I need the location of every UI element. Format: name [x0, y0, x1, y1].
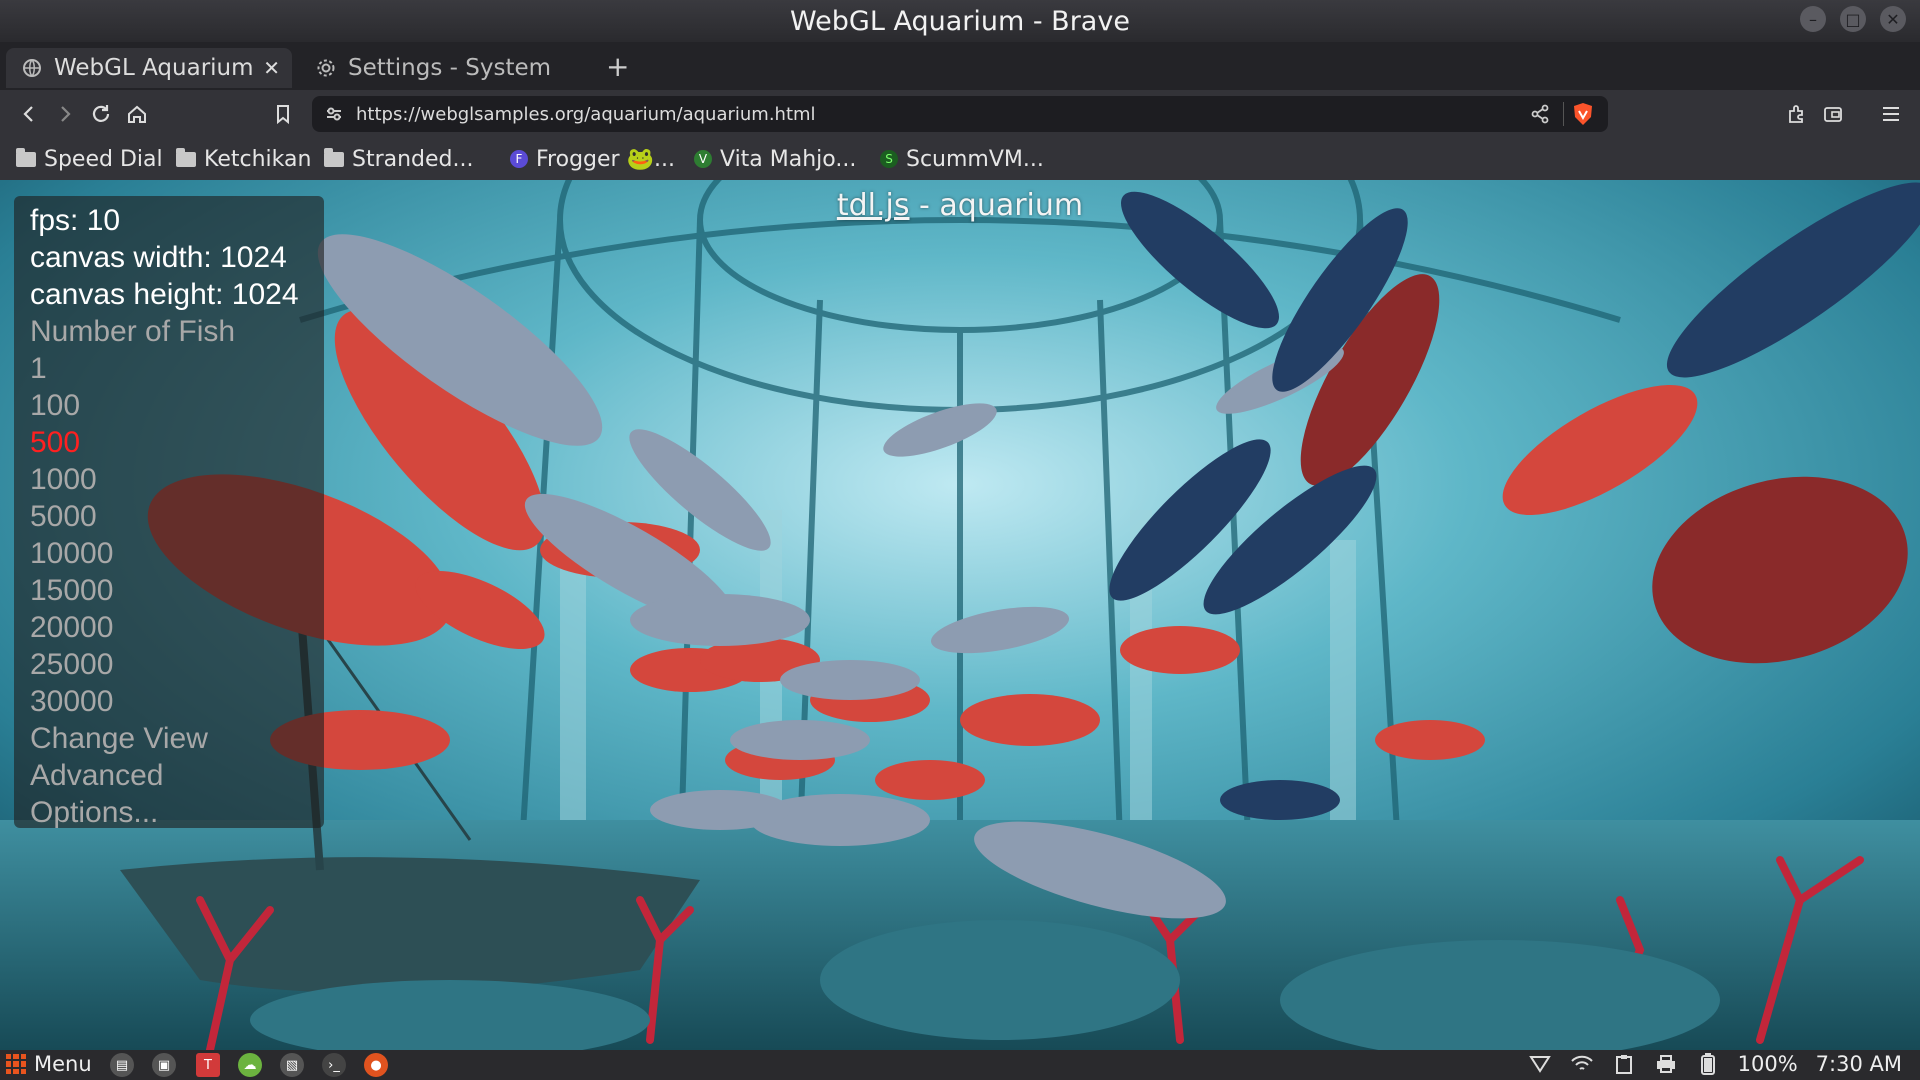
menu-grid-icon: [6, 1054, 26, 1074]
number-of-fish-heading: Number of Fish: [30, 315, 236, 348]
bookmark-vita-mahjong[interactable]: V Vita Mahjo...: [694, 144, 856, 174]
fish-option-20000[interactable]: 20000: [30, 609, 324, 646]
options-option[interactable]: Options...: [30, 794, 324, 831]
canvas-height-readout: canvas height: 1024: [30, 278, 299, 311]
reload-button[interactable]: [86, 99, 116, 129]
tab-settings-system[interactable]: Settings - System: [300, 48, 590, 88]
page-content: tdl.js - aquarium fps: 10 canvas width: …: [0, 180, 1920, 1050]
scummvm-favicon: S: [880, 150, 898, 168]
close-window-button[interactable]: ✕: [1880, 6, 1906, 32]
bookmarks-bar: Speed Dial Ketchikan Stranded... F Frogg…: [0, 138, 1920, 180]
clock[interactable]: 7:30 AM: [1816, 1052, 1902, 1076]
folder-icon: [16, 147, 36, 167]
minimize-button[interactable]: –: [1800, 6, 1826, 32]
demo-title-text: - aquarium: [909, 188, 1084, 223]
fish-option-25000[interactable]: 25000: [30, 646, 324, 683]
bookmark-speed-dial[interactable]: Speed Dial: [16, 144, 163, 174]
url-text[interactable]: https://webglsamples.org/aquarium/aquari…: [356, 104, 816, 125]
frogger-favicon: F: [510, 150, 528, 168]
fish-option-30000[interactable]: 30000: [30, 683, 324, 720]
printer-icon[interactable]: [1654, 1053, 1678, 1075]
text-editor-icon[interactable]: T: [196, 1053, 220, 1077]
home-button[interactable]: [122, 99, 152, 129]
clipboard-icon[interactable]: [1612, 1053, 1636, 1075]
back-button[interactable]: [14, 99, 44, 129]
bookmark-ketchikan[interactable]: Ketchikan: [176, 144, 311, 174]
new-tab-button[interactable]: +: [606, 50, 629, 83]
fish-option-10000[interactable]: 10000: [30, 535, 324, 572]
taskbar: Menu ▤ ▣ T ☁ ▧ ›_ ● 100% 7:30 AM: [0, 1050, 1920, 1080]
network-icon[interactable]: [1570, 1053, 1594, 1075]
fps-readout: fps: 10: [30, 204, 121, 237]
tab-webgl-aquarium[interactable]: WebGL Aquarium ✕: [6, 48, 292, 88]
fish-option-1[interactable]: 1: [30, 350, 324, 387]
vita-favicon: V: [694, 150, 712, 168]
brave-taskbar-icon[interactable]: ●: [364, 1053, 388, 1077]
site-settings-icon[interactable]: [324, 104, 344, 128]
screenshot-icon[interactable]: ▧: [280, 1053, 304, 1077]
fish-option-100[interactable]: 100: [30, 387, 324, 424]
bookmark-label: Speed Dial: [44, 146, 163, 172]
software-manager-icon[interactable]: ☁: [238, 1053, 262, 1077]
address-bar[interactable]: https://webglsamples.org/aquarium/aquari…: [312, 96, 1608, 132]
terminal-icon[interactable]: ›_: [322, 1053, 346, 1077]
tab-bar: WebGL Aquarium ✕ Settings - System +: [0, 42, 1920, 90]
bookmark-label: Vita Mahjo...: [720, 146, 857, 172]
tab-label: Settings - System: [348, 55, 552, 81]
window-titlebar: WebGL Aquarium - Brave – □ ✕: [0, 0, 1920, 42]
extensions-icon[interactable]: [1782, 99, 1812, 129]
menu-label: Menu: [34, 1052, 92, 1076]
fish-option-500[interactable]: 500: [30, 424, 324, 461]
bookmark-stranded[interactable]: Stranded...: [324, 144, 474, 174]
folder-icon: [176, 147, 196, 167]
tdl-link[interactable]: tdl.js: [837, 188, 910, 223]
fish-option-1000[interactable]: 1000: [30, 461, 324, 498]
menu-icon[interactable]: [1876, 99, 1906, 129]
bookmark-button[interactable]: [268, 99, 298, 129]
bookmark-frogger[interactable]: F Frogger 🐸...: [510, 144, 675, 174]
canvas-width-readout: canvas width: 1024: [30, 241, 287, 274]
maximize-button[interactable]: □: [1840, 6, 1866, 32]
window-list-icon[interactable]: ▣: [152, 1053, 176, 1077]
bookmark-scummvm[interactable]: S ScummVM...: [880, 144, 1044, 174]
url-divider: [1563, 102, 1564, 126]
gear-icon: [314, 56, 338, 80]
battery-percent: 100%: [1737, 1052, 1798, 1076]
share-icon[interactable]: [1530, 104, 1550, 128]
bookmark-label: Stranded...: [352, 146, 474, 172]
advanced-option[interactable]: Advanced: [30, 757, 324, 794]
file-manager-icon[interactable]: ▤: [110, 1053, 134, 1077]
bookmark-label: Ketchikan: [204, 146, 312, 172]
navigation-toolbar: https://webglsamples.org/aquarium/aquari…: [0, 90, 1920, 138]
wallet-icon[interactable]: [1818, 99, 1848, 129]
start-menu-button[interactable]: Menu: [6, 1052, 92, 1076]
bookmark-label: ScummVM...: [906, 146, 1044, 172]
vpn-icon[interactable]: [1528, 1053, 1552, 1075]
fish-option-15000[interactable]: 15000: [30, 572, 324, 609]
window-controls: – □ ✕: [1800, 6, 1906, 32]
folder-icon: [324, 147, 344, 167]
tab-label: WebGL Aquarium: [54, 55, 254, 81]
forward-button[interactable]: [50, 99, 80, 129]
system-tray: 100% 7:30 AM: [1528, 1052, 1902, 1076]
window-title: WebGL Aquarium - Brave: [790, 5, 1130, 37]
battery-icon[interactable]: [1696, 1053, 1720, 1075]
change-view-option[interactable]: Change View: [30, 720, 324, 757]
brave-shields-icon[interactable]: [1572, 102, 1594, 130]
options-panel: fps: 10 canvas width: 1024 canvas height…: [14, 196, 324, 831]
globe-icon: [20, 56, 44, 80]
close-tab-icon[interactable]: ✕: [263, 56, 280, 80]
bookmark-label: Frogger 🐸...: [536, 146, 675, 172]
fish-option-5000[interactable]: 5000: [30, 498, 324, 535]
